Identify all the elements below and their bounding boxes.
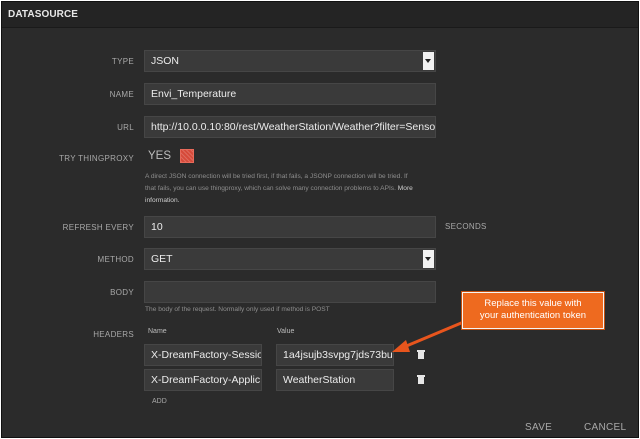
thingproxy-toggle[interactable] xyxy=(180,149,194,163)
thingproxy-help-line2-wrap: that fails, you can use thingproxy, whic… xyxy=(145,183,440,195)
body-label: BODY xyxy=(110,288,134,297)
type-select[interactable]: JSON xyxy=(144,50,436,72)
type-select-value: JSON xyxy=(151,55,180,67)
method-select-value: GET xyxy=(151,253,173,265)
annotation-callout: Replace this value with your authenticat… xyxy=(462,292,604,329)
thingproxy-more-link[interactable]: More xyxy=(398,185,413,192)
datasource-dialog: DATASOURCE TYPE JSON NAME Envi_Temperatu… xyxy=(1,1,639,438)
dialog-titlebar: DATASOURCE xyxy=(2,2,638,28)
refresh-input[interactable]: 10 xyxy=(144,216,436,238)
select-arrow-icon xyxy=(423,52,434,70)
thingproxy-help-line2: that fails, you can use thingproxy, whic… xyxy=(145,185,396,192)
trash-icon[interactable] xyxy=(417,350,425,359)
header-name-input[interactable]: X-DreamFactory-Applic xyxy=(144,369,262,391)
header-value-input[interactable]: WeatherStation xyxy=(276,369,394,391)
name-label: NAME xyxy=(109,90,134,99)
url-input[interactable]: http://10.0.0.10:80/rest/WeatherStation/… xyxy=(144,116,436,138)
thingproxy-help-line1: A direct JSON connection will be tried f… xyxy=(145,173,408,180)
name-input[interactable]: Envi_Temperature xyxy=(144,83,436,105)
refresh-label: REFRESH EVERY xyxy=(62,223,134,232)
headers-name-column: Name xyxy=(148,328,167,335)
body-help: The body of the request. Normally only u… xyxy=(145,306,330,313)
trash-icon[interactable] xyxy=(417,375,425,384)
callout-line2: your authentication token xyxy=(479,310,587,321)
cancel-button[interactable]: CANCEL xyxy=(584,422,626,433)
headers-label: HEADERS xyxy=(93,330,134,339)
method-label: METHOD xyxy=(97,255,134,264)
refresh-unit: SECONDS xyxy=(445,222,487,231)
thingproxy-information-link[interactable]: information. xyxy=(145,197,179,204)
thingproxy-help: A direct JSON connection will be tried f… xyxy=(145,171,440,207)
url-label: URL xyxy=(117,123,134,132)
body-input[interactable] xyxy=(144,281,436,303)
thingproxy-help-line3-wrap: information. xyxy=(145,195,440,207)
save-button[interactable]: SAVE xyxy=(525,422,552,433)
select-arrow-icon xyxy=(423,250,434,268)
thingproxy-label: TRY THINGPROXY xyxy=(59,154,134,163)
headers-value-column: Value xyxy=(277,328,295,335)
header-name-input[interactable]: X-DreamFactory-Sessio xyxy=(144,344,262,366)
thingproxy-yes-label: YES xyxy=(148,150,172,162)
callout-line1: Replace this value with xyxy=(484,298,582,309)
header-value-input[interactable]: 1a4jsujb3svpg7jds73bu xyxy=(276,344,394,366)
dialog-title: DATASOURCE xyxy=(8,9,79,20)
add-header-button[interactable]: ADD xyxy=(152,398,167,405)
method-select[interactable]: GET xyxy=(144,248,436,270)
type-label: TYPE xyxy=(111,57,134,66)
